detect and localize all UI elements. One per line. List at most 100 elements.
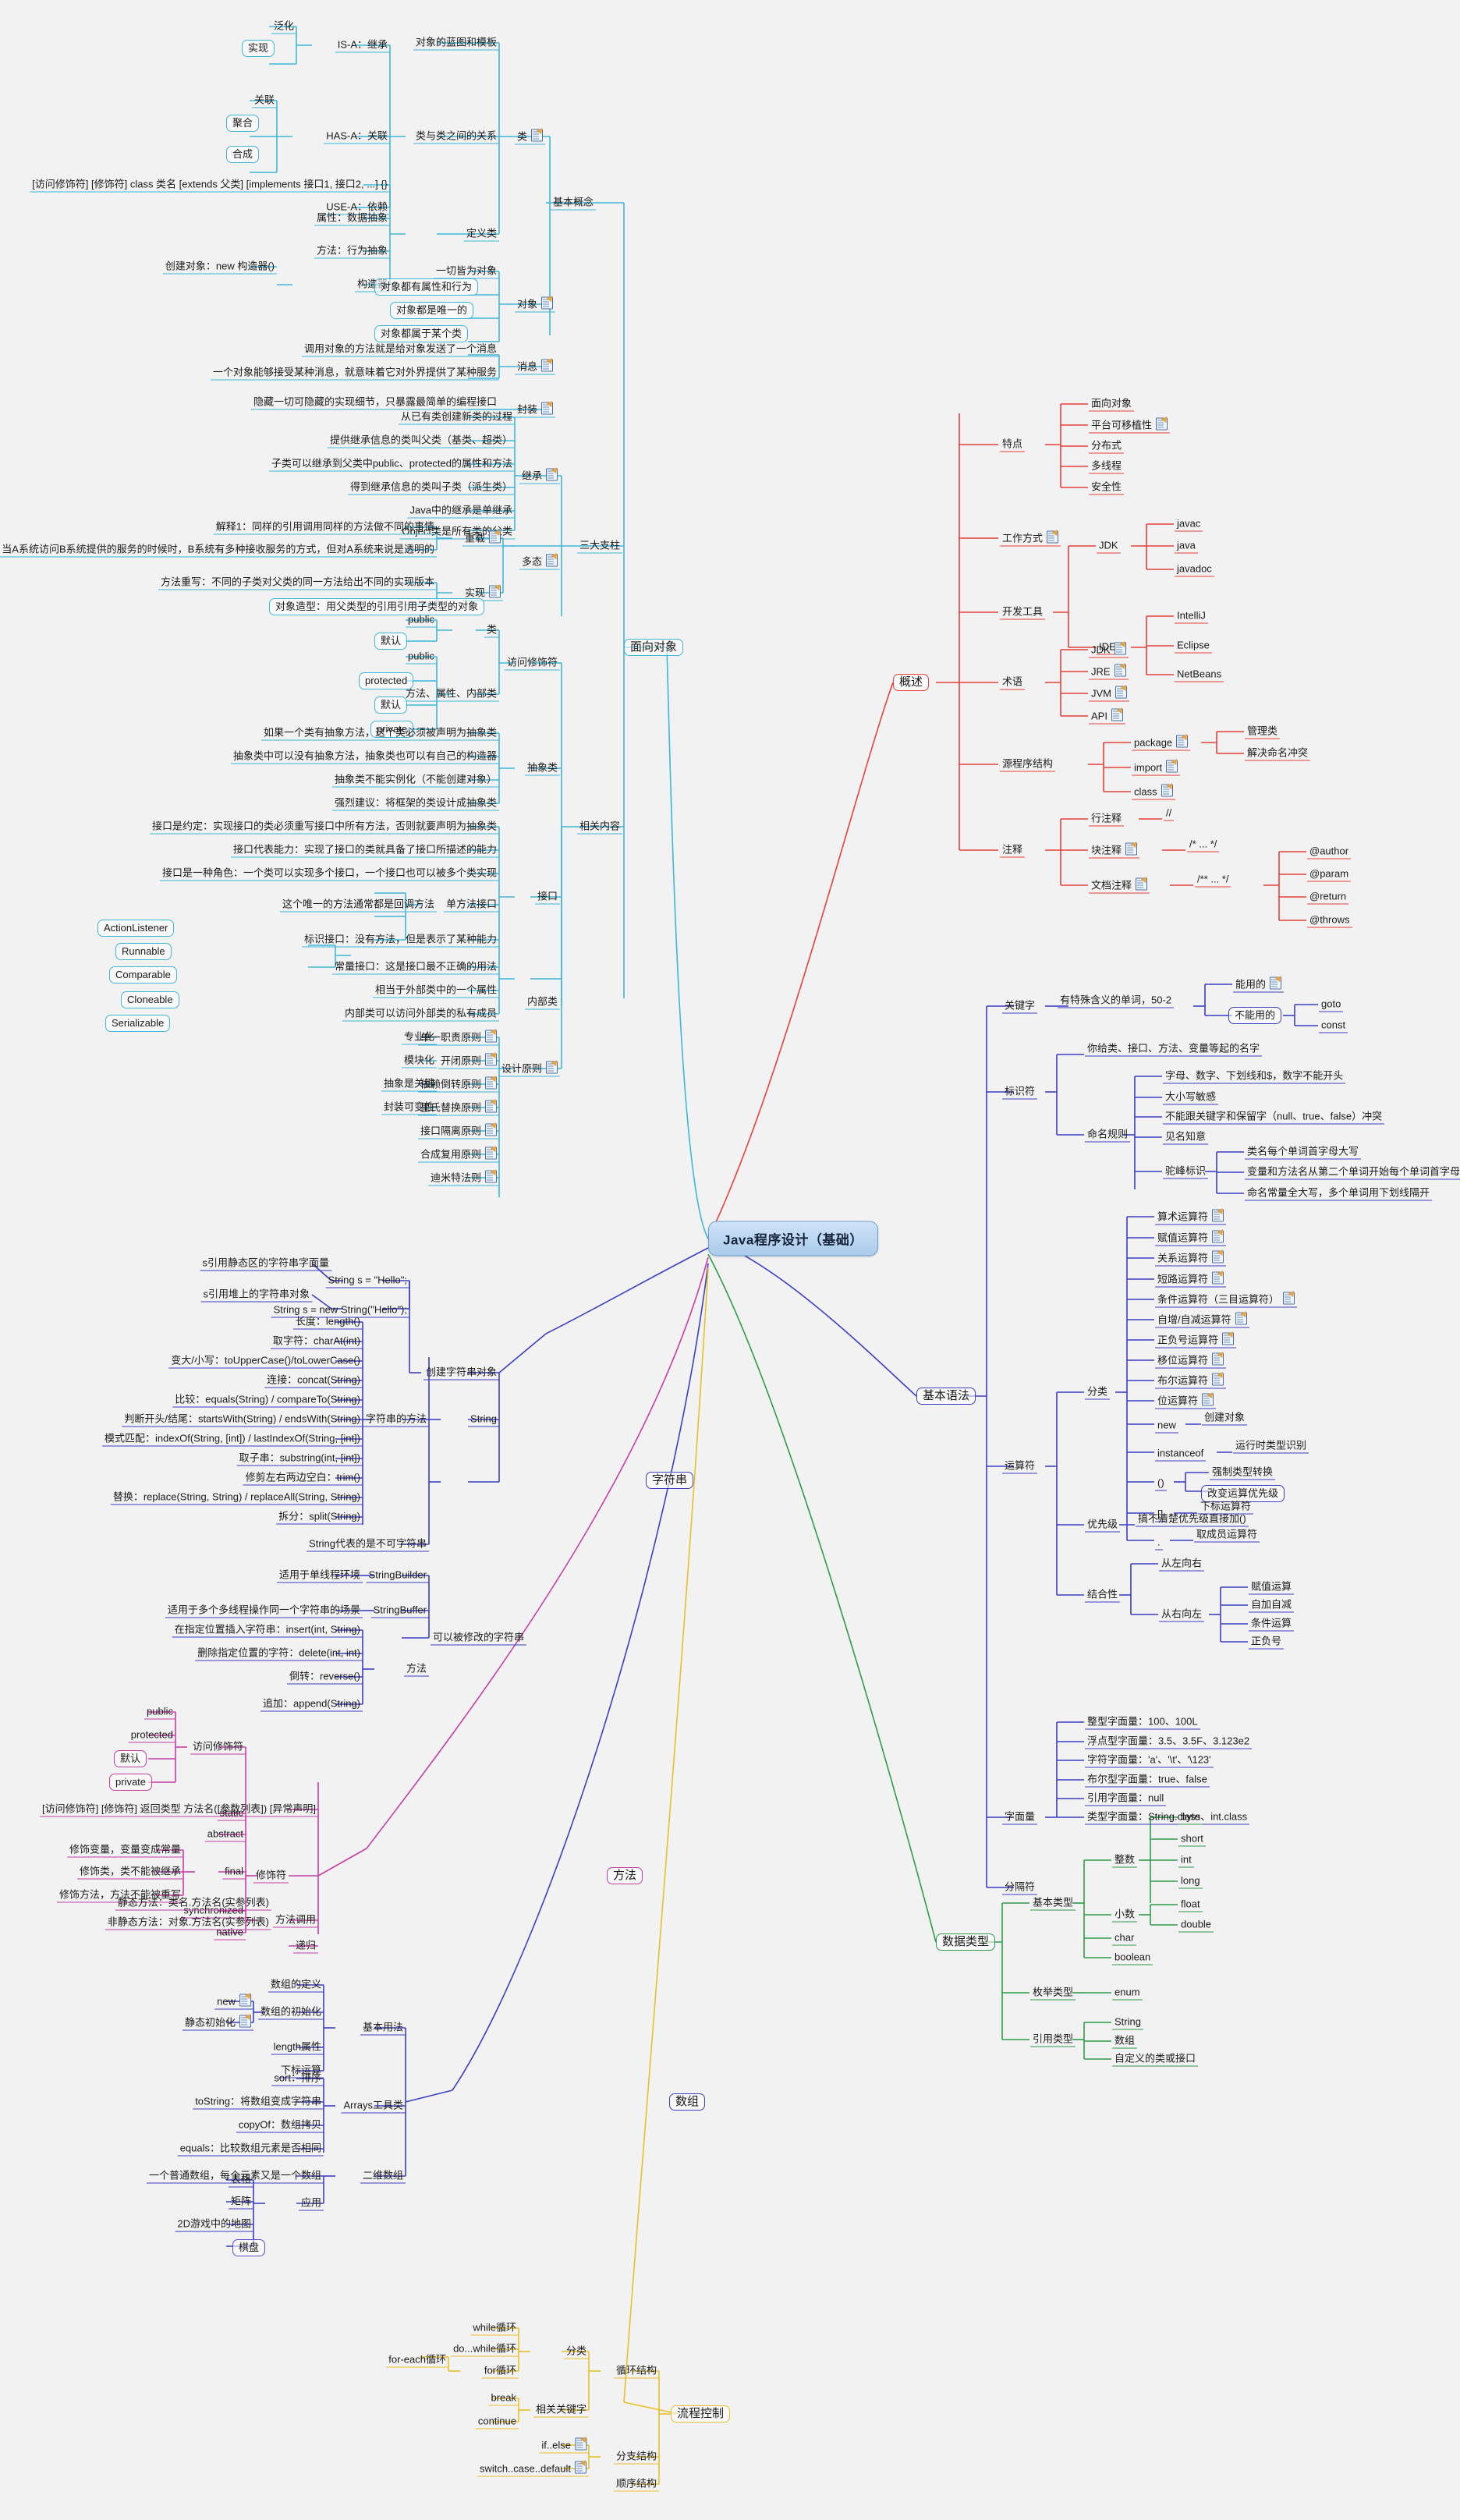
poly-overload[interactable]: 重载 <box>462 530 503 547</box>
branch-jiben[interactable]: 基本语法 <box>916 1388 976 1405</box>
relation-hasa: HAS-A：关联 <box>324 129 390 144</box>
package-use-0: 管理类 <box>1245 725 1281 739</box>
op-3: 短路运算符 <box>1155 1271 1227 1288</box>
note-icon <box>1114 664 1126 677</box>
camel-0: 类名每个单词首字母大写 <box>1245 1145 1362 1160</box>
pillar-inherit[interactable]: 继承 <box>519 468 560 484</box>
object-item-1: 对象都有属性和行为 <box>374 278 479 296</box>
op-dot-desc: 取成员运算符 <box>1194 1528 1260 1543</box>
related-abstract[interactable]: 抽象类 <box>524 761 560 776</box>
loop-while: while循环 <box>470 2321 519 2336</box>
loop-for: for循环 <box>481 2364 519 2379</box>
jiben-keyword[interactable]: 关键字 <box>1002 999 1038 1014</box>
comment-block: 块注释 <box>1089 842 1140 859</box>
feature-3: 多线程 <box>1089 459 1125 474</box>
term-2: JVM <box>1089 686 1129 702</box>
note-icon <box>485 1076 497 1090</box>
zifu-string[interactable]: String <box>468 1412 499 1427</box>
identifier-rules[interactable]: 命名规则 <box>1085 1128 1131 1143</box>
related-inner-class[interactable]: 内部类 <box>524 995 560 1010</box>
overload-item-0: 解释1：同样的引用调用同样的方法做不同的事情 <box>213 520 437 535</box>
shuju-basic[interactable]: 基本类型 <box>1030 1896 1076 1911</box>
note-icon <box>485 1170 497 1183</box>
shuju-enum: 枚举类型 <box>1030 1986 1076 2001</box>
branch-shuju[interactable]: 数据类型 <box>936 1933 996 1951</box>
op-paren: () <box>1155 1476 1167 1491</box>
class-modifier-1: 默认 <box>374 633 408 650</box>
isa-child-0: 泛化 <box>271 19 296 34</box>
class-relations[interactable]: 类与类之间的关系 <box>413 129 499 144</box>
oop-object[interactable]: 对象 <box>515 296 556 313</box>
liucheng-branch: 分支结构 <box>613 2450 659 2465</box>
root-node[interactable]: Java程序设计（基础） <box>708 1221 878 1256</box>
inner-item-0: 相当于外部类中的一个属性 <box>372 984 499 998</box>
jiben-literal[interactable]: 字面量 <box>1002 1810 1038 1825</box>
branch-zifu[interactable]: 字符串 <box>646 1472 694 1489</box>
string-method-0: 长度：length() <box>292 1315 363 1330</box>
branch-fangfa[interactable]: 方法 <box>607 1867 643 1884</box>
string-buffer-desc: 适用于多个多线程操作同一个字符串的场景 <box>165 1604 363 1618</box>
note-icon <box>485 1053 497 1066</box>
literal-1: 浮点型字面量：3.5、3.5F、3.123e2 <box>1085 1735 1253 1749</box>
gaishu-comment[interactable]: 注释 <box>1000 843 1026 858</box>
loop-keywords: 相关关键字 <box>533 2403 589 2418</box>
arrays-2: copyOf：数组拷贝 <box>236 2118 324 2133</box>
operator-priority: 优先级 <box>1085 1518 1121 1533</box>
operator-category[interactable]: 分类 <box>1085 1385 1111 1400</box>
feature-0: 面向对象 <box>1089 397 1135 412</box>
branch-gaishu[interactable]: 概述 <box>893 674 930 691</box>
gaishu-workmode[interactable]: 工作方式 <box>1000 530 1061 547</box>
related-modifier[interactable]: 访问修饰符 <box>504 656 560 671</box>
comment-block-sym: /* ... */ <box>1187 838 1220 852</box>
loop-category: 分类 <box>563 2345 589 2359</box>
jdk-tool-2: javadoc <box>1175 562 1214 577</box>
string-method-3: 连接：concat(String) <box>264 1373 363 1388</box>
interface-single-2: Comparable <box>109 966 177 984</box>
gaishu-structure[interactable]: 源程序结构 <box>1000 757 1056 772</box>
interface-mark: 标识接口：没有方法，但是表示了某种能力 <box>301 933 499 948</box>
jiben-operator[interactable]: 运算符 <box>1002 1459 1038 1474</box>
message-item-0: 调用对象的方法就是给对象发送了一个消息 <box>301 342 499 357</box>
pillar-poly[interactable]: 多态 <box>519 554 560 570</box>
note-icon <box>1212 1250 1224 1264</box>
oop-class[interactable]: 类 <box>515 129 546 145</box>
note-icon <box>1212 1271 1224 1285</box>
note-icon <box>485 1030 497 1043</box>
loop-dowhile: do...while循环 <box>451 2342 519 2357</box>
jiben-identifier[interactable]: 标识符 <box>1002 1085 1038 1100</box>
note-icon <box>531 129 544 142</box>
branch-shuzu[interactable]: 数组 <box>669 2093 706 2111</box>
op-6: 正负号运算符 <box>1155 1332 1237 1349</box>
class-define[interactable]: 定义类 <box>463 227 499 242</box>
related-design[interactable]: 设计原则 <box>498 1061 560 1077</box>
gaishu-terms[interactable]: 术语 <box>1000 675 1026 690</box>
oop-message[interactable]: 消息 <box>515 359 556 375</box>
structure-import: import <box>1132 760 1181 776</box>
branch-liucheng[interactable]: 流程控制 <box>671 2405 731 2423</box>
keyword-desc: 有特殊含义的单词，50-2 <box>1058 994 1175 1008</box>
oop-three-pillars[interactable]: 三大支柱 <box>577 539 623 554</box>
feature-1: 平台可移植性 <box>1089 417 1171 434</box>
inherit-item-4: Java中的继承是单继承 <box>407 504 515 519</box>
related-interface[interactable]: 接口 <box>534 890 560 905</box>
abstract-item-3: 强烈建议：将框架的类设计成抽象类 <box>331 796 499 811</box>
access-1: protected <box>128 1728 175 1743</box>
builder-methods-label: 方法 <box>403 1662 429 1677</box>
oop-related[interactable]: 相关内容 <box>577 820 623 835</box>
class-modifier-0: public <box>406 613 437 628</box>
fangfa-modifier[interactable]: 修饰符 <box>253 1869 289 1884</box>
int-type-1: short <box>1178 1832 1206 1847</box>
gaishu-features[interactable]: 特点 <box>1000 438 1026 452</box>
feature-2: 分布式 <box>1089 439 1125 454</box>
oop-basic-concepts[interactable]: 基本概念 <box>551 196 597 211</box>
branch-oop[interactable]: 面向对象 <box>624 639 684 656</box>
class-attr: 属性：数据抽象 <box>314 211 390 226</box>
oop-encapsulation[interactable]: 封装 <box>515 402 556 418</box>
rule-0: 字母、数字、下划线和$，数字不能开头 <box>1163 1069 1346 1084</box>
keyword-goto: goto <box>1319 998 1344 1012</box>
term-1: JRE <box>1089 664 1129 680</box>
string-buffer: StringBuffer <box>370 1604 429 1618</box>
note-icon <box>541 359 554 372</box>
gaishu-tools[interactable]: 开发工具 <box>1000 605 1046 620</box>
class-ctor-detail: 创建对象：new 构造器() <box>162 260 277 275</box>
